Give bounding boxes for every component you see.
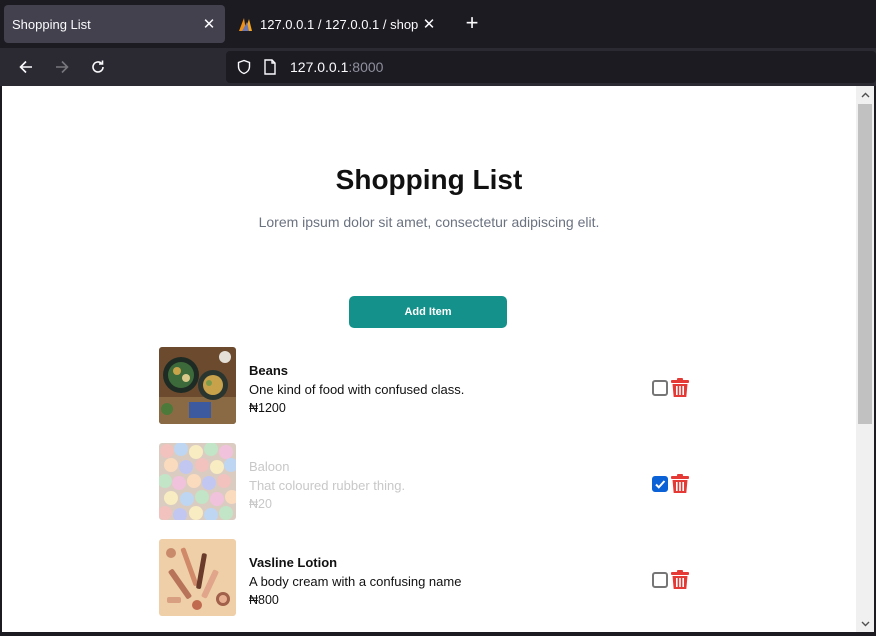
page-icon	[260, 57, 280, 77]
url-port: :8000	[348, 59, 384, 75]
item-description: One kind of food with confused class.	[249, 382, 465, 397]
close-tab-icon[interactable]: ✕	[199, 14, 219, 34]
item-image	[159, 443, 236, 520]
vertical-scrollbar[interactable]	[856, 86, 874, 632]
item-checkbox[interactable]	[652, 572, 668, 588]
item-name: Baloon	[249, 459, 290, 474]
add-item-button[interactable]: Add Item	[349, 296, 507, 328]
reload-icon[interactable]	[86, 55, 110, 79]
scroll-down-arrow-icon[interactable]	[856, 615, 874, 632]
item-image	[159, 539, 236, 616]
item-price: ₦1200	[249, 401, 286, 415]
tab-bar: Shopping List ✕ 127.0.0.1 / 127.0.0.1 / …	[0, 0, 876, 48]
item-name: Vasline Lotion	[249, 555, 338, 570]
list-item: Vasline Lotion A body cream with a confu…	[159, 539, 699, 617]
page-viewport: Shopping List Lorem ipsum dolor sit amet…	[2, 86, 874, 632]
url-host: 127.0.0.1	[290, 59, 349, 75]
item-name: Beans	[249, 363, 289, 378]
tab-phpmyadmin[interactable]: 127.0.0.1 / 127.0.0.1 / shopping_ ✕	[233, 5, 445, 43]
item-price: ₦20	[249, 497, 272, 511]
scrollbar-thumb[interactable]	[858, 104, 872, 424]
phpmyadmin-favicon-icon	[237, 16, 255, 32]
page-subtitle: Lorem ipsum dolor sit amet, consectetur …	[258, 214, 600, 230]
trash-icon[interactable]	[671, 474, 689, 494]
page-title: Shopping List	[335, 164, 523, 195]
close-tab-icon[interactable]: ✕	[419, 14, 439, 34]
forward-arrow-icon[interactable]	[50, 55, 74, 79]
trash-icon[interactable]	[671, 378, 689, 398]
list-item: Beans One kind of food with confused cla…	[159, 347, 699, 425]
tab-title: 127.0.0.1 / 127.0.0.1 / shopping_	[260, 16, 419, 32]
item-image	[159, 347, 236, 424]
url-text: 127.0.0.1:8000	[290, 59, 383, 75]
item-checkbox-checked[interactable]	[652, 476, 668, 492]
address-bar[interactable]: 127.0.0.1:8000	[226, 51, 876, 83]
navigation-bar: 127.0.0.1:8000	[0, 48, 876, 86]
new-tab-plus-icon[interactable]: +	[460, 12, 484, 36]
item-checkbox[interactable]	[652, 380, 668, 396]
back-arrow-icon[interactable]	[14, 55, 38, 79]
item-description: That coloured rubber thing.	[249, 478, 406, 493]
tab-shopping-list[interactable]: Shopping List ✕	[4, 5, 225, 43]
item-description: A body cream with a confusing name	[249, 574, 462, 589]
list-item: Baloon That coloured rubber thing. ₦20	[159, 443, 699, 521]
scroll-up-arrow-icon[interactable]	[856, 86, 874, 103]
trash-icon[interactable]	[671, 570, 689, 590]
item-price: ₦800	[249, 593, 279, 607]
tab-title: Shopping List	[12, 16, 91, 32]
shield-icon[interactable]	[234, 57, 254, 77]
